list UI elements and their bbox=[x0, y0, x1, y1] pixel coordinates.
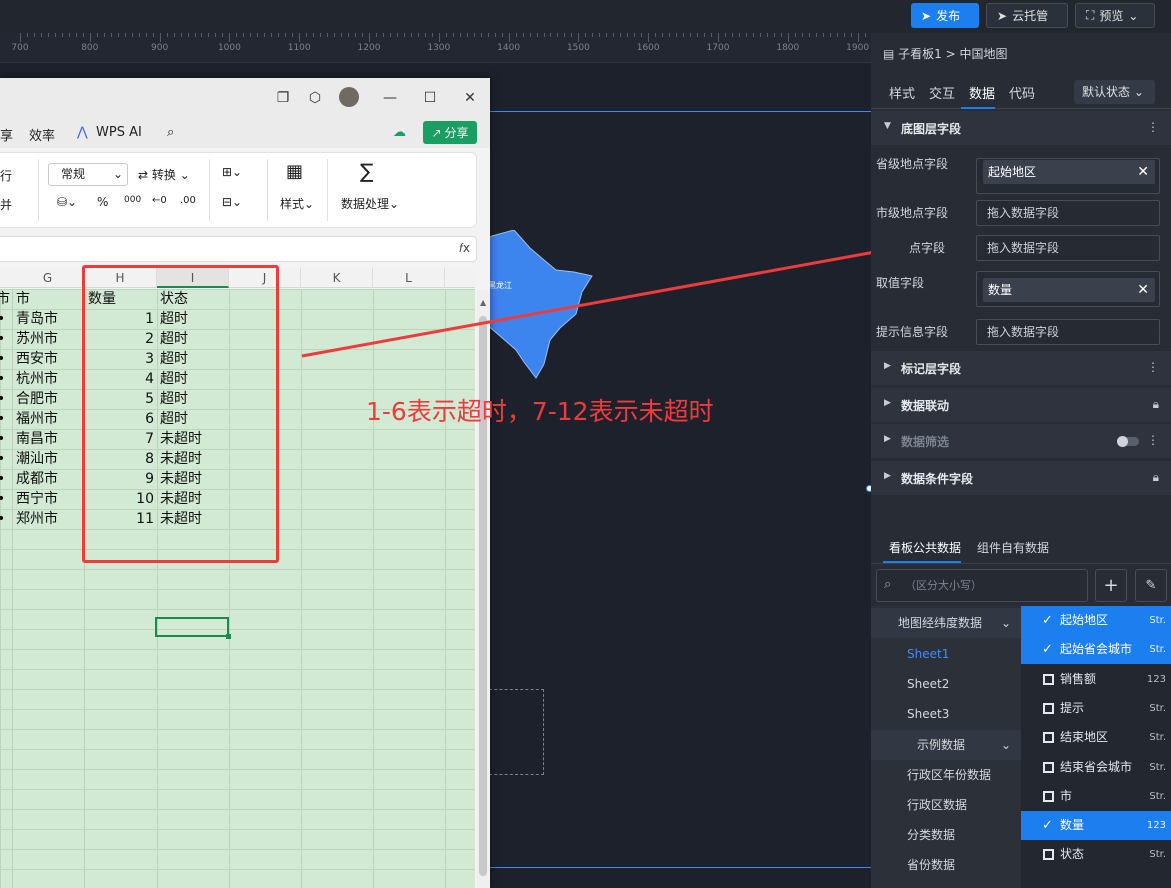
field-item[interactable]: 结束地区 Str. bbox=[1021, 723, 1171, 752]
tree-group-sample-data[interactable]: 示例数据 ⌄ bbox=[871, 730, 1021, 760]
active-tab-indicator bbox=[883, 561, 961, 563]
tip-field-label: 提示信息字段 bbox=[876, 325, 949, 339]
tree-item-region[interactable]: 行政区数据 bbox=[871, 790, 1021, 820]
close-icon[interactable]: ✕ bbox=[1137, 160, 1149, 184]
annotation-text: 1-6表示超时，7-12表示未超时 bbox=[366, 397, 714, 426]
data-source-tabs: 看板公共数据 组件自有数据 bbox=[871, 530, 1171, 564]
field-search-input[interactable]: （区分大小写） bbox=[876, 569, 1088, 602]
section-data-linkage[interactable]: ▶ 数据联动 🔒︎ bbox=[871, 388, 1171, 422]
tab-style[interactable]: 样式 bbox=[889, 83, 915, 102]
field-item-name: 提示 bbox=[1060, 700, 1085, 715]
breadcrumb: ▤ 子看板1 > 中国地图 bbox=[883, 47, 1008, 61]
more-icon[interactable]: ⋮ bbox=[1147, 120, 1159, 134]
district-field-label: 点字段 bbox=[909, 241, 946, 255]
caret-right-icon: ▶ bbox=[884, 471, 891, 481]
caret-right-icon: ▶ bbox=[884, 361, 891, 371]
field-item-name: 数量 bbox=[1060, 818, 1085, 833]
check-icon[interactable]: ✓ bbox=[1042, 811, 1053, 840]
lock-icon: 🔒︎ bbox=[1152, 397, 1159, 411]
checkbox-icon[interactable] bbox=[1043, 702, 1054, 714]
section-condition-fields[interactable]: ▶ 数据条件字段 🔒︎ bbox=[871, 461, 1171, 495]
section-data-filter[interactable]: ▶ 数据筛选 ⋮ bbox=[871, 424, 1171, 458]
field-item-type: Str. bbox=[1149, 790, 1166, 802]
tab-own-data[interactable]: 组件自有数据 bbox=[977, 539, 1049, 556]
field-item-type: 123 bbox=[1146, 673, 1166, 685]
field-item[interactable]: 结束省会城市 Str. bbox=[1021, 753, 1171, 782]
field-item[interactable]: ✓ 起始省会城市 Str. bbox=[1021, 635, 1171, 665]
field-item-type: Str. bbox=[1149, 732, 1166, 744]
active-tab-indicator bbox=[961, 107, 995, 109]
chevron-down-icon: ⌄ bbox=[1000, 738, 1011, 752]
field-item[interactable]: 状态 Str. bbox=[1021, 840, 1171, 869]
field-item-name: 起始省会城市 bbox=[1060, 642, 1133, 657]
field-item[interactable]: ✓ 数量 123 bbox=[1021, 811, 1171, 841]
checkbox-icon[interactable] bbox=[1043, 673, 1054, 685]
section-marker-layer[interactable]: ▶ 标记层字段 ⋮ bbox=[871, 351, 1171, 385]
tab-interaction[interactable]: 交互 bbox=[929, 83, 955, 102]
field-item[interactable]: 提示 Str. bbox=[1021, 694, 1171, 723]
caret-down-icon: ▼ bbox=[884, 121, 891, 131]
field-item-name: 结束省会城市 bbox=[1060, 759, 1133, 774]
tab-public-data[interactable]: 看板公共数据 bbox=[889, 539, 961, 556]
close-icon[interactable]: ✕ bbox=[1137, 278, 1149, 302]
field-item-name: 状态 bbox=[1060, 847, 1085, 862]
edit-data-button[interactable]: ✎ bbox=[1135, 569, 1167, 602]
filter-toggle[interactable] bbox=[1117, 436, 1139, 447]
property-panel: ▤ 子看板1 > 中国地图 样式 交互 数据 代码 默认状态 ⌄ ▼ 底图层字段… bbox=[871, 33, 1171, 888]
field-item-name: 起始地区 bbox=[1060, 613, 1109, 627]
caret-right-icon: ▶ bbox=[884, 434, 891, 444]
tree-item-region-year[interactable]: 行政区年份数据 bbox=[871, 760, 1021, 790]
field-list: ✓ 起始地区 Str. ✓ 起始省会城市 Str. 销售额 123 提示 Str. 结束地区 Str.… bbox=[1021, 606, 1171, 888]
tab-code[interactable]: 代码 bbox=[1009, 83, 1035, 102]
tree-item-sheet1[interactable]: Sheet1 bbox=[871, 639, 1021, 669]
caret-right-icon: ▶ bbox=[884, 398, 891, 408]
tree-item-category[interactable]: 分类数据 bbox=[871, 820, 1021, 850]
lock-icon: 🔒︎ bbox=[1152, 470, 1159, 484]
field-item[interactable]: 市 Str. bbox=[1021, 782, 1171, 811]
field-item-name: 结束地区 bbox=[1060, 730, 1109, 745]
toggle-knob bbox=[1117, 436, 1128, 447]
field-item-name: 市 bbox=[1060, 788, 1073, 803]
checkbox-icon[interactable] bbox=[1043, 732, 1054, 744]
tree-item-province[interactable]: 省份数据 bbox=[871, 850, 1021, 880]
province-field-label: 省级地点字段 bbox=[876, 157, 949, 171]
field-item-type: Str. bbox=[1149, 644, 1166, 656]
value-field-chip[interactable]: 数量 ✕ bbox=[983, 278, 1155, 302]
board-icon: ▤ bbox=[883, 47, 899, 61]
panel-tabs: 样式 交互 数据 代码 默认状态 ⌄ bbox=[871, 75, 1171, 109]
field-item-type: Str. bbox=[1149, 702, 1166, 714]
add-data-button[interactable]: + bbox=[1095, 569, 1127, 602]
tree-item-sheet3[interactable]: Sheet3 bbox=[871, 699, 1021, 729]
city-field-drop[interactable]: 拖入数据字段 bbox=[976, 200, 1160, 226]
province-field-chip[interactable]: 起始地区 ✕ bbox=[983, 160, 1155, 184]
field-item-type: Str. bbox=[1149, 849, 1166, 861]
tree-item-sheet2[interactable]: Sheet2 bbox=[871, 669, 1021, 699]
tab-data[interactable]: 数据 bbox=[969, 83, 995, 102]
field-item-type: Str. bbox=[1149, 761, 1166, 773]
tip-field-drop[interactable]: 拖入数据字段 bbox=[976, 319, 1160, 345]
checkbox-icon[interactable] bbox=[1043, 849, 1054, 861]
checkbox-icon[interactable] bbox=[1043, 761, 1054, 773]
city-field-label: 市级地点字段 bbox=[876, 206, 949, 220]
data-tree: 地图经纬度数据 ⌄ Sheet1 Sheet2 Sheet3 示例数据 ⌄ 行政区年… bbox=[871, 606, 1021, 888]
check-icon[interactable]: ✓ bbox=[1042, 606, 1053, 635]
field-item-name: 销售额 bbox=[1060, 671, 1097, 686]
chevron-down-icon: ⌄ bbox=[1133, 85, 1144, 99]
checkbox-icon[interactable] bbox=[1043, 790, 1054, 802]
chevron-down-icon: ⌄ bbox=[1000, 616, 1011, 630]
tree-group-map-data[interactable]: 地图经纬度数据 ⌄ bbox=[871, 608, 1021, 638]
field-item-type: 123 bbox=[1146, 820, 1166, 832]
field-item[interactable]: 销售额 123 bbox=[1021, 665, 1171, 694]
field-item[interactable]: ✓ 起始地区 Str. bbox=[1021, 606, 1171, 635]
check-icon[interactable]: ✓ bbox=[1042, 635, 1053, 664]
district-field-drop[interactable]: 拖入数据字段 bbox=[976, 235, 1160, 261]
state-select[interactable]: 默认状态 ⌄ bbox=[1074, 80, 1155, 104]
field-item-type: Str. bbox=[1149, 615, 1166, 626]
more-icon[interactable]: ⋮ bbox=[1147, 433, 1159, 447]
search-icon: ⌕ bbox=[884, 577, 892, 592]
section-base-layer[interactable]: ▼ 底图层字段 ⋮ bbox=[871, 111, 1171, 145]
more-icon[interactable]: ⋮ bbox=[1147, 360, 1159, 374]
value-field-label: 取值字段 bbox=[876, 276, 925, 290]
